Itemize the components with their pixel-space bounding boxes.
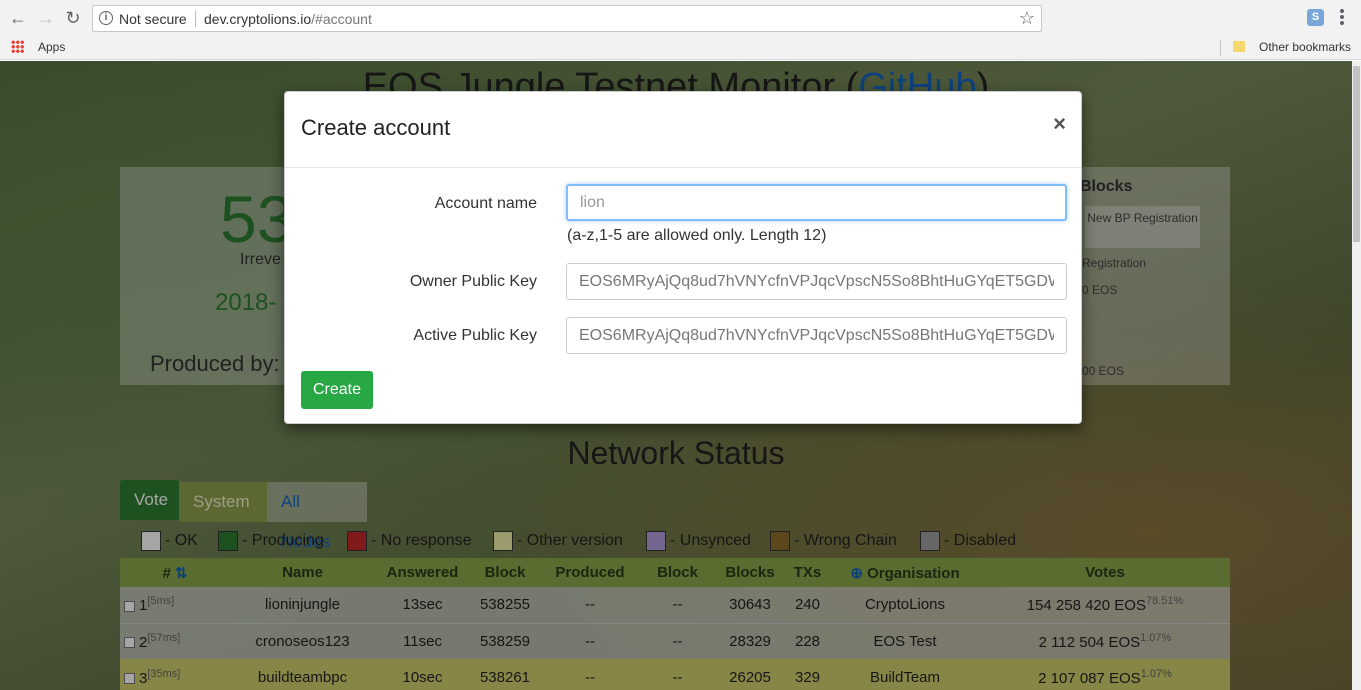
owner-key-input[interactable] <box>566 263 1067 300</box>
address-bar[interactable]: i Not secure dev.cryptolions.io/#account… <box>92 5 1042 32</box>
modal-title: Create account <box>301 115 451 140</box>
create-account-modal: Create account × Account name (a-z,1-5 a… <box>284 91 1082 424</box>
bookmark-star-icon[interactable]: ☆ <box>1019 8 1035 29</box>
active-key-input[interactable] <box>566 317 1067 354</box>
info-icon[interactable]: i <box>99 11 113 25</box>
apps-bookmark[interactable]: Apps <box>38 40 65 54</box>
apps-grid-icon[interactable] <box>11 40 24 53</box>
omnibox-divider <box>195 10 196 27</box>
account-name-label: Account name <box>434 195 537 212</box>
modal-header: Create account × <box>285 92 1081 168</box>
browser-menu-icon[interactable] <box>1339 8 1345 28</box>
back-arrow-icon[interactable]: ← <box>8 8 28 28</box>
account-name-input[interactable] <box>566 184 1067 221</box>
account-name-help: (a-z,1-5 are allowed only. Length 12) <box>567 227 827 244</box>
forward-arrow-icon[interactable]: → <box>36 8 56 28</box>
create-button[interactable]: Create <box>301 371 373 409</box>
owner-key-label: Owner Public Key <box>409 273 537 290</box>
page-scrollbar-thumb[interactable] <box>1353 66 1360 242</box>
url-text[interactable]: dev.cryptolions.io/#account <box>204 11 372 27</box>
browser-toolbar: ← → ↻ i Not secure dev.cryptolions.io/#a… <box>0 0 1361 36</box>
folder-icon[interactable] <box>1233 41 1245 52</box>
extension-icon[interactable]: S <box>1307 9 1324 26</box>
bookmarks-divider <box>1220 40 1221 56</box>
bookmarks-bar: Apps Other bookmarks <box>0 36 1361 60</box>
active-key-label: Active Public Key <box>413 327 537 344</box>
reload-icon[interactable]: ↻ <box>63 8 83 28</box>
other-bookmarks[interactable]: Other bookmarks <box>1259 40 1351 54</box>
close-icon[interactable]: × <box>1053 111 1066 137</box>
security-label[interactable]: Not secure <box>119 11 187 27</box>
